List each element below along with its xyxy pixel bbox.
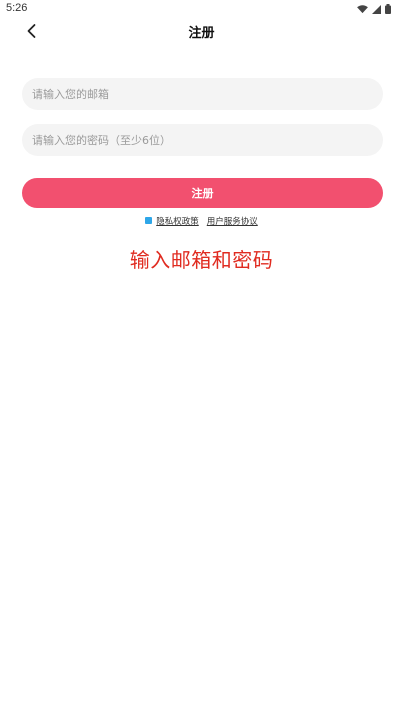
battery-icon (385, 4, 391, 14)
register-button[interactable]: 注册 (22, 178, 383, 208)
agreement-row: 隐私权政策 用户服务协议 (0, 215, 403, 227)
email-input[interactable] (30, 86, 375, 102)
signal-icon (372, 4, 381, 14)
privacy-policy-link[interactable]: 隐私权政策 (156, 215, 199, 227)
page-title: 注册 (188, 26, 215, 41)
email-field[interactable] (22, 78, 383, 110)
agreement-checkbox[interactable] (145, 216, 153, 224)
header: 注册 (0, 16, 403, 46)
terms-of-service-link[interactable]: 用户服务协议 (207, 215, 258, 227)
password-input[interactable] (30, 132, 375, 148)
status-time: 5:26 (6, 2, 28, 14)
wifi-icon (357, 4, 368, 13)
hint-text: 输入邮箱和密码 (129, 248, 274, 272)
status-icons (357, 3, 391, 15)
password-field[interactable] (22, 124, 383, 156)
